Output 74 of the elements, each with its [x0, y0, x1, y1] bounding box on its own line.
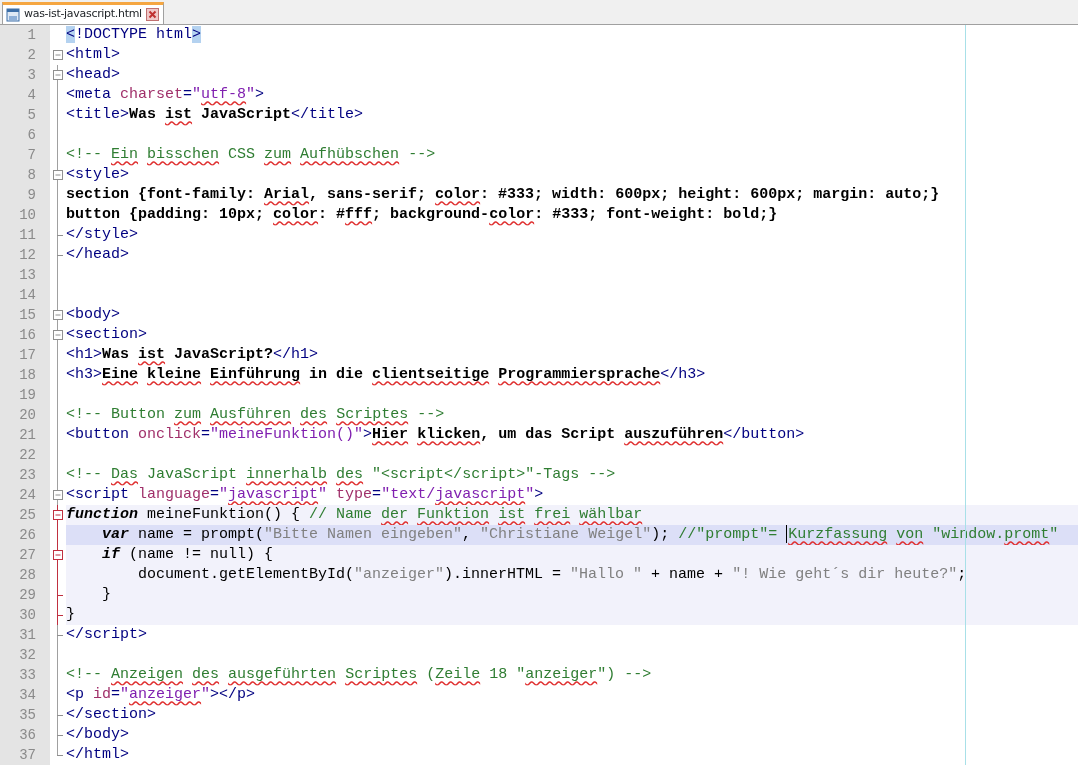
line-number: 34: [0, 685, 50, 705]
line-number: 1: [0, 25, 50, 45]
line-number: 33: [0, 665, 50, 685]
code-line: <h3>Eine kleine Einführung in die clientseitige Programmiersprache</h3>: [66, 365, 707, 385]
code-line: <html>: [66, 45, 121, 65]
fold-icon[interactable]: [53, 330, 63, 340]
code-line: </body>: [66, 725, 130, 745]
code-line: <body>: [66, 305, 121, 325]
fold-icon[interactable]: [53, 490, 63, 500]
code-line: <button onclick="meineFunktion()">Hier klicken, um das Script auszuführen</button>: [66, 425, 806, 445]
line-number: 36: [0, 725, 50, 745]
line-number: 32: [0, 645, 50, 665]
line-number: 16: [0, 325, 50, 345]
code-line: <head>: [66, 65, 121, 85]
code-line: <style>: [66, 165, 130, 185]
line-number: 28: [0, 565, 50, 585]
line-number: 19: [0, 385, 50, 405]
code-line: </script>: [66, 625, 148, 645]
line-number: 5: [0, 105, 50, 125]
line-number: 30: [0, 605, 50, 625]
fold-icon[interactable]: [53, 170, 63, 180]
code-line: </section>: [66, 705, 157, 725]
code-line: <!-- Ein bisschen CSS zum Aufhübschen -->: [66, 145, 437, 165]
code-line: <!-- Button zum Ausführen des Scriptes -->: [66, 405, 446, 425]
code-line: <!-- Das JavaScript innerhalb des "<script</script>"-Tags -->: [66, 465, 617, 485]
line-number: 6: [0, 125, 50, 145]
fold-icon[interactable]: [53, 70, 63, 80]
code-line: </style>: [66, 225, 139, 245]
file-icon: [6, 7, 20, 22]
tab-label: was-ist-javascript.html: [24, 6, 142, 23]
fold-icon[interactable]: [53, 50, 63, 60]
file-tab[interactable]: was-ist-javascript.html: [2, 2, 164, 24]
line-number: 27: [0, 545, 50, 565]
line-number: 37: [0, 745, 50, 765]
line-number: 20: [0, 405, 50, 425]
close-icon[interactable]: [145, 8, 159, 21]
line-number: 9: [0, 185, 50, 205]
line-number: 24: [0, 485, 50, 505]
fold-icon[interactable]: [53, 310, 63, 320]
line-number: 35: [0, 705, 50, 725]
code-line: <script language="javascript" type="text/javascript">: [66, 485, 545, 505]
line-number: 12: [0, 245, 50, 265]
code-line: </html>: [66, 745, 130, 765]
line-number: 26: [0, 525, 50, 545]
line-number: 25: [0, 505, 50, 525]
code-line: <meta charset="utf-8">: [66, 85, 266, 105]
code-line: <!-- Anzeigen des ausgeführten Scriptes (Zeile 18 "anzeiger") -->: [66, 665, 653, 685]
line-number: 17: [0, 345, 50, 365]
line-number: 7: [0, 145, 50, 165]
code-line: button {padding: 10px; color: #fff; background-color: #333; font-weight: bold;}: [66, 205, 779, 225]
line-number: 8: [0, 165, 50, 185]
fold-icon[interactable]: [53, 550, 63, 560]
line-number: 3: [0, 65, 50, 85]
line-number: 22: [0, 445, 50, 465]
code-line: <h1>Was ist JavaScript?</h1>: [66, 345, 320, 365]
line-number: 21: [0, 425, 50, 445]
line-number: 13: [0, 265, 50, 285]
code-line: </head>: [66, 245, 130, 265]
line-number: 31: [0, 625, 50, 645]
line-number: 10: [0, 205, 50, 225]
code-line: <section>: [66, 325, 148, 345]
code-line: <p id="anzeiger"></p>: [66, 685, 257, 705]
code-line: <!DOCTYPE html>: [66, 25, 203, 45]
line-number: 23: [0, 465, 50, 485]
code-line: section {font-family: Arial, sans-serif; color: #333; width: 600px; height: 600px; margin: auto;}: [66, 185, 941, 205]
fold-icon[interactable]: [53, 510, 63, 520]
line-number: 18: [0, 365, 50, 385]
line-number: 15: [0, 305, 50, 325]
line-number: 2: [0, 45, 50, 65]
line-number: 11: [0, 225, 50, 245]
line-number: 14: [0, 285, 50, 305]
code-line: <title>Was ist JavaScript</title>: [66, 105, 365, 125]
line-number: 4: [0, 85, 50, 105]
line-number: 29: [0, 585, 50, 605]
